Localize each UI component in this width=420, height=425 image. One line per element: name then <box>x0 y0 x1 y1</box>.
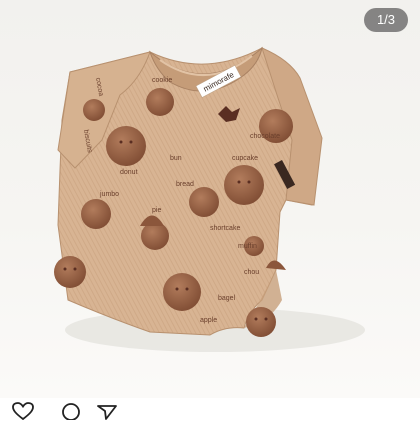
comment-icon[interactable] <box>60 402 84 421</box>
product-photo[interactable]: mimorafe cocoa biscuits cookie donut jum… <box>0 0 420 398</box>
print-word: donut <box>120 169 138 176</box>
t-shirt-illustration: mimorafe cocoa biscuits cookie donut jum… <box>54 46 365 352</box>
print-word: apple <box>200 317 217 324</box>
like-icon[interactable] <box>12 402 36 421</box>
print-word: bagel <box>218 295 236 302</box>
print-word: pie <box>152 207 161 214</box>
print-word: shortcake <box>210 225 240 232</box>
print-word: cookie <box>152 77 172 84</box>
print-word: muffin <box>238 243 257 250</box>
print-word: jumbo <box>99 191 119 198</box>
t-shirt-image: mimorafe cocoa biscuits cookie donut jum… <box>0 0 420 398</box>
action-bar <box>0 398 420 421</box>
print-word: cupcake <box>232 155 258 162</box>
share-icon[interactable] <box>96 402 120 420</box>
image-counter: 1/3 <box>364 8 408 32</box>
print-word: chou <box>244 269 259 276</box>
print-word: bun <box>170 155 182 162</box>
print-word: chocolate <box>250 133 280 140</box>
print-word: bread <box>176 181 194 188</box>
